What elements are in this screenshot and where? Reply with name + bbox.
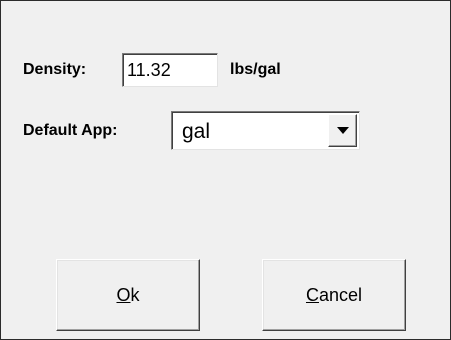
density-label: Density: [23, 61, 87, 78]
chevron-down-icon [337, 127, 349, 134]
default-app-label: Default App: [23, 122, 118, 139]
cancel-button[interactable]: Cancel [262, 259, 406, 331]
density-input[interactable]: 11.32 [122, 53, 218, 87]
default-app-selected-value: gal [182, 120, 211, 143]
density-unit-label: lbs/gal [230, 61, 281, 78]
cancel-label-rest: ancel [318, 285, 363, 305]
ok-button[interactable]: Ok [56, 259, 200, 331]
density-dialog: Density: 11.32 lbs/gal Default App: gal … [0, 0, 451, 340]
dropdown-button[interactable] [328, 114, 357, 147]
default-app-select[interactable]: gal [171, 111, 360, 150]
cancel-accelerator: C [305, 285, 319, 305]
ok-accelerator: O [116, 285, 131, 305]
ok-label-rest: k [130, 285, 140, 305]
